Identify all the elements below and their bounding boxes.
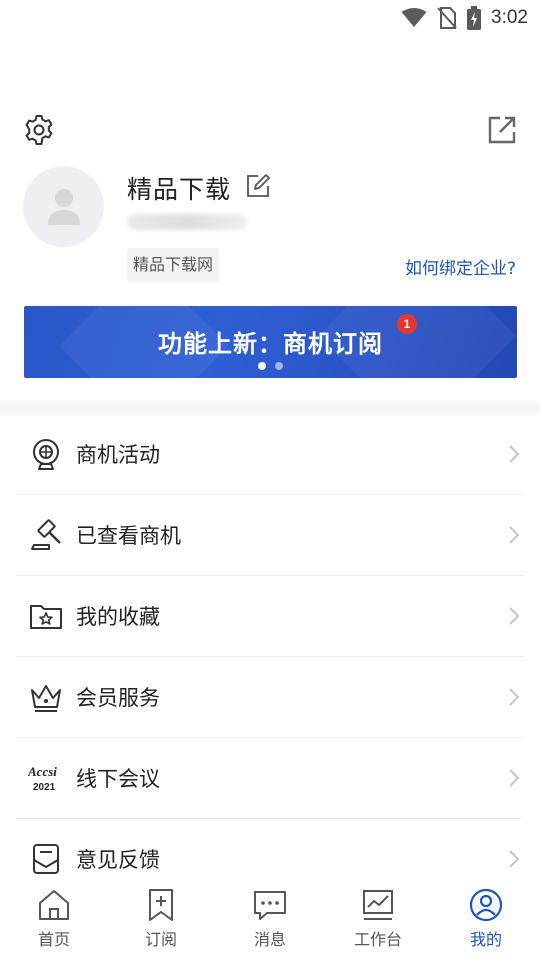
tab-subscribe[interactable]: 订阅 [116,888,206,954]
section-divider [0,402,540,414]
user-icon [469,888,503,922]
banner-title: 功能上新：商机订阅 [158,330,383,358]
masked-phone [127,214,247,230]
avatar[interactable] [23,166,104,247]
username: 精品下载 [127,175,232,204]
menu-list: 商机活动 已查看商机 我的收藏 会员服务 Accsi 2021 线下会议 意见反… [0,414,540,900]
globe-trophy-icon [28,436,64,472]
chevron-right-icon [509,769,520,787]
carousel-dots [24,362,517,370]
carousel-dot[interactable] [275,362,283,370]
bottom-tab-bar: 首页 订阅 消息 工作台 我的 [0,878,540,960]
tab-workbench[interactable]: 工作台 [333,888,423,954]
menu-item-label: 已查看商机 [76,524,181,548]
chevron-right-icon [509,526,520,544]
accsi-2021-logo-icon: Accsi 2021 [28,760,64,796]
banner-badge: 1 [397,314,417,334]
no-sim-icon [437,7,457,29]
bind-company-link[interactable]: 如何绑定企业? [405,254,516,279]
chevron-right-icon [509,850,520,868]
menu-item-label: 我的收藏 [76,605,160,629]
battery-charging-icon [467,6,482,30]
menu-item-label: 线下会议 [76,767,160,791]
chevron-right-icon [509,445,520,463]
tab-label: 消息 [253,930,286,949]
edit-icon[interactable] [245,173,271,199]
settings-button[interactable] [21,112,57,148]
monitor-chart-icon [363,890,393,920]
crown-icon [28,679,64,715]
chevron-right-icon [509,607,520,625]
bookmark-plus-icon [149,889,173,921]
menu-item-label: 商机活动 [76,443,160,467]
tab-label: 工作台 [353,930,402,949]
gavel-icon [28,517,64,553]
menu-item-offline-meetings[interactable]: Accsi 2021 线下会议 [0,738,540,819]
gear-icon [25,115,53,145]
svg-text:Accsi: Accsi [28,764,57,779]
share-button[interactable] [484,112,520,148]
tab-messages[interactable]: 消息 [225,888,315,954]
menu-item-label: 会员服务 [76,686,160,710]
menu-item-business-activities[interactable]: 商机活动 [0,414,540,495]
feedback-icon [28,841,64,877]
menu-item-viewed-opportunities[interactable]: 已查看商机 [0,495,540,576]
wifi-icon [401,8,427,27]
tab-label: 订阅 [144,930,177,949]
folder-star-icon [28,598,64,634]
chevron-right-icon [509,688,520,706]
promo-banner[interactable]: 功能上新：商机订阅 1 [24,306,517,378]
profile-card: 精品下载 精品下载网 如何绑定企业? [0,166,540,286]
home-icon [39,890,69,920]
user-placeholder-icon [47,188,80,225]
status-icons: 3:02 [401,6,528,30]
menu-item-label: 意见反馈 [76,848,160,872]
profile-header [0,112,540,148]
chat-icon [254,891,286,920]
external-link-icon [488,116,516,144]
menu-item-favorites[interactable]: 我的收藏 [0,576,540,657]
tab-home[interactable]: 首页 [9,888,99,954]
tab-label: 首页 [37,930,70,949]
company-tag: 精品下载网 [127,248,220,282]
svg-text:2021: 2021 [33,782,56,793]
carousel-dot[interactable] [258,362,266,370]
status-bar: 3:02 [0,0,540,36]
status-time: 3:02 [491,7,528,28]
menu-item-membership[interactable]: 会员服务 [0,657,540,738]
tab-label: 我的 [469,930,502,949]
tab-mine[interactable]: 我的 [441,888,531,954]
